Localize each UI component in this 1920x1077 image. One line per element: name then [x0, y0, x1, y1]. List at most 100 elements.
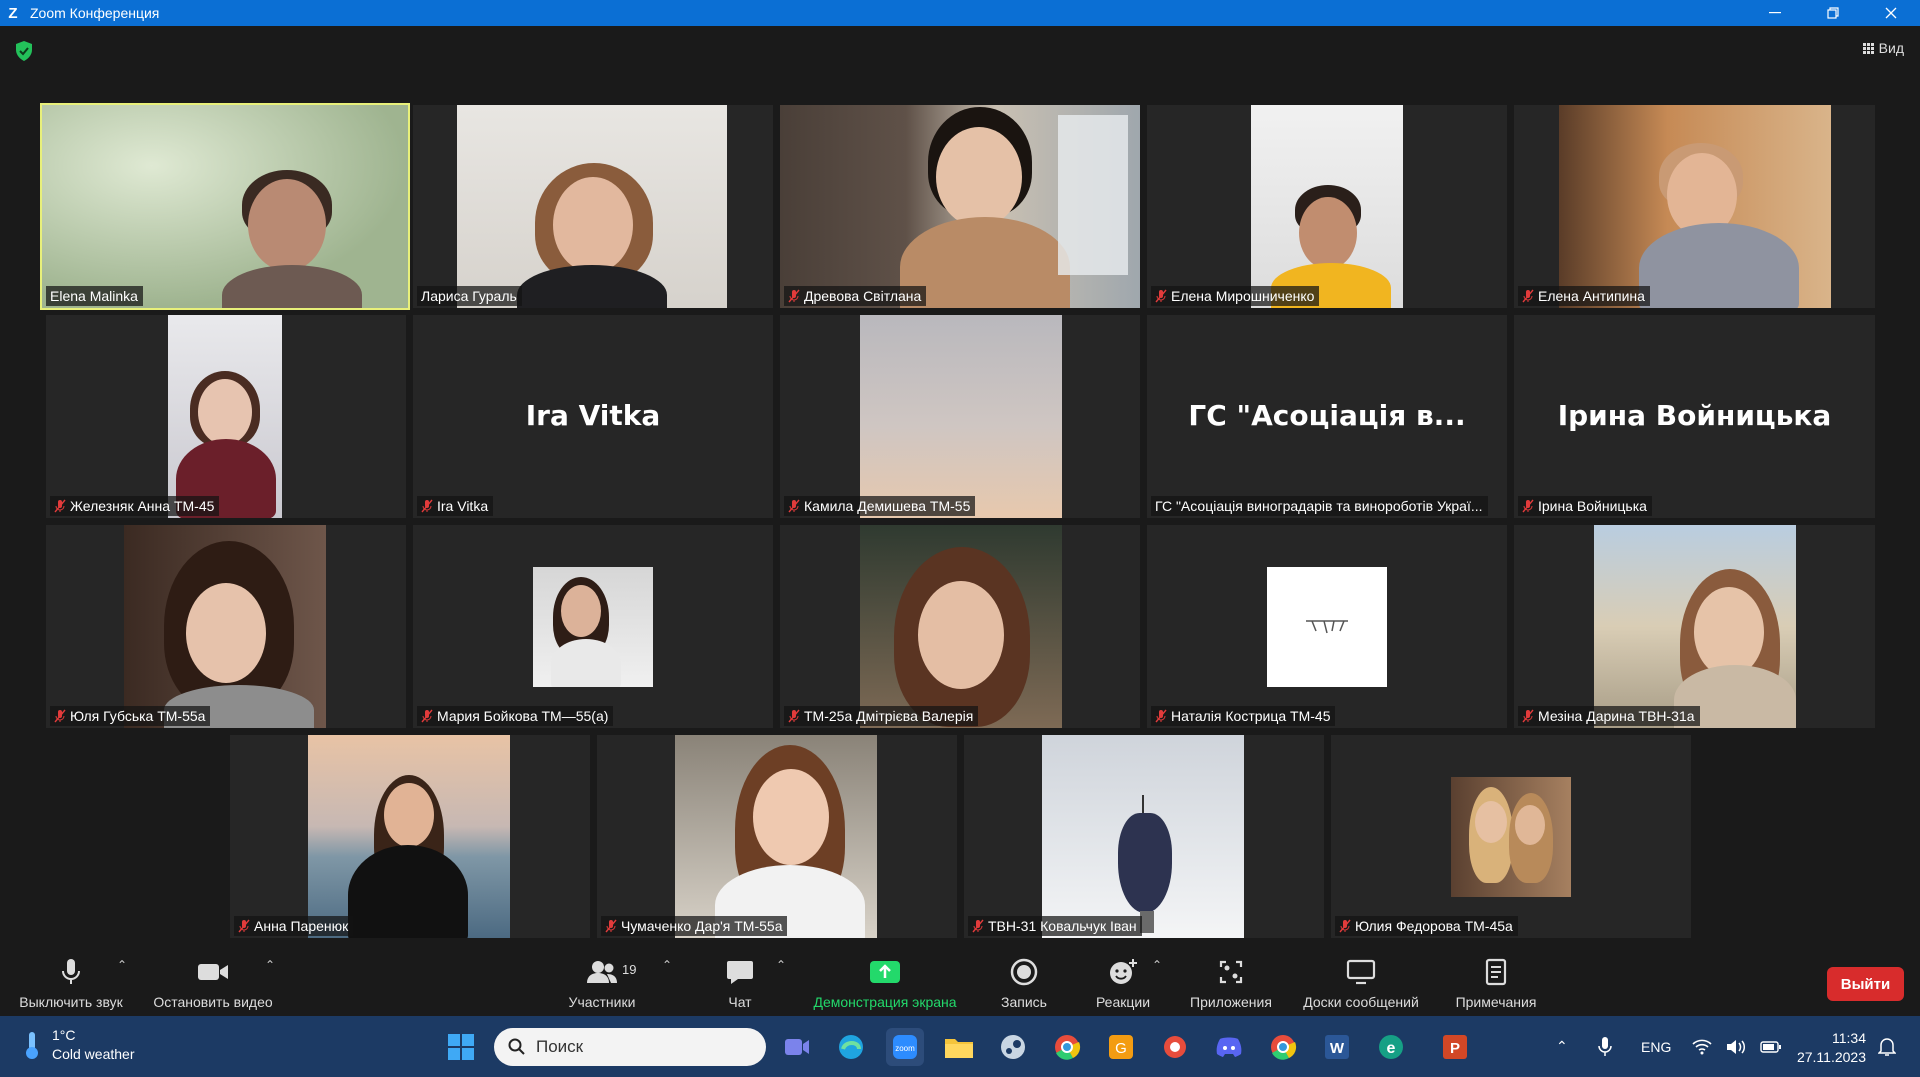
zoom-logo-icon: Z	[8, 4, 18, 22]
participant-label: Лариса Гураль	[417, 286, 522, 306]
taskbar-app-edge[interactable]	[832, 1028, 870, 1066]
restore-button[interactable]	[1804, 0, 1862, 26]
video-tile[interactable]: Чумаченко Дар'я ТМ-55а	[597, 735, 957, 938]
whiteboards-button[interactable]: Доски сообщений	[1294, 946, 1428, 1016]
video-tile[interactable]: ГС "Асоціація в... ГС "Асоціація виногра…	[1147, 315, 1507, 518]
chat-button[interactable]: Чат	[712, 946, 768, 1016]
tray-microphone-icon[interactable]	[1598, 1016, 1612, 1077]
taskbar-app-discord[interactable]	[1210, 1028, 1248, 1066]
title-bar: Z Zoom Конференция	[0, 0, 1920, 26]
weather-description: Cold weather	[52, 1046, 135, 1062]
video-tile[interactable]: Камила Демишева ТМ-55	[780, 315, 1140, 518]
logo-image	[1306, 620, 1348, 634]
tray-overflow-chevron-icon[interactable]: ⌃	[1556, 1016, 1568, 1077]
video-tile[interactable]: Ірина Войницька Ірина Войницька	[1514, 315, 1875, 518]
notes-button[interactable]: Примечания	[1448, 946, 1544, 1016]
participants-icon	[587, 961, 617, 983]
video-tile[interactable]: Ira Vitka Ira Vitka	[413, 315, 773, 518]
video-tile[interactable]: Мезіна Дарина ТВН-31а	[1514, 525, 1875, 728]
muted-mic-icon	[54, 709, 66, 723]
svg-text:P: P	[1450, 1040, 1460, 1057]
muted-mic-icon	[972, 919, 984, 933]
video-tile[interactable]: Мария Бойкова ТМ—55(а)	[413, 525, 773, 728]
participants-button[interactable]: Участники	[562, 946, 642, 1016]
taskbar-app-powerpoint[interactable]: P	[1436, 1028, 1474, 1066]
volume-icon	[1727, 1039, 1746, 1054]
video-tile[interactable]: Елена Антипина	[1514, 105, 1875, 308]
leave-button[interactable]: Выйти	[1827, 967, 1904, 1001]
participant-label: Мезіна Дарина ТВН-31а	[1518, 706, 1700, 726]
video-tile[interactable]: ТВН-31 Ковальчук Іван	[964, 735, 1324, 938]
reactions-button[interactable]: Реакции	[1083, 946, 1163, 1016]
start-button[interactable]	[442, 1028, 480, 1066]
taskbar-clock[interactable]: 11:34 27.11.2023	[1797, 1029, 1866, 1067]
zoom-app-icon: zoom	[893, 1035, 917, 1059]
muted-mic-icon	[788, 289, 800, 303]
chat-options-caret-icon[interactable]: ⌃	[776, 958, 786, 972]
participant-label: ГС "Асоціація виноградарів та винороботі…	[1151, 496, 1488, 516]
notifications-bell-icon[interactable]	[1878, 1016, 1896, 1077]
grid-view-icon	[1862, 42, 1874, 54]
taskbar-app-red[interactable]	[1156, 1028, 1194, 1066]
search-icon	[508, 1038, 525, 1055]
video-tile[interactable]: Древова Світлана	[780, 105, 1140, 308]
taskbar-app-steam[interactable]	[994, 1028, 1032, 1066]
participant-display-name: Ira Vitka	[525, 399, 661, 432]
view-button[interactable]: Вид	[1862, 40, 1904, 56]
video-tile[interactable]: Елена Мирошниченко	[1147, 105, 1507, 308]
participant-display-name: Ірина Войницька	[1557, 399, 1832, 432]
powerpoint-icon: P	[1443, 1035, 1467, 1059]
share-screen-icon	[870, 961, 900, 983]
video-options-caret-icon[interactable]: ⌃	[265, 958, 275, 972]
taskbar-app-orange[interactable]: G	[1102, 1028, 1140, 1066]
notes-icon	[1485, 958, 1507, 986]
taskbar-app-explorer[interactable]	[940, 1028, 978, 1066]
apps-button[interactable]: Приложения	[1182, 946, 1280, 1016]
restore-icon	[1827, 7, 1839, 19]
taskbar-app-chrome-profile[interactable]	[1264, 1028, 1302, 1066]
record-button[interactable]: Запись	[994, 946, 1054, 1016]
red-app-icon	[1164, 1036, 1186, 1058]
language-indicator[interactable]: ENG	[1641, 1016, 1671, 1077]
participant-label: Железняк Анна ТМ-45	[50, 496, 220, 516]
participants-options-caret-icon[interactable]: ⌃	[662, 958, 672, 972]
video-tile[interactable]: Железняк Анна ТМ-45	[46, 315, 406, 518]
participant-label: Наталія Кострица ТМ-45	[1151, 706, 1336, 726]
mute-button[interactable]: Выключить звук	[12, 946, 130, 1016]
search-placeholder: Поиск	[536, 1037, 584, 1056]
system-tray-icons[interactable]	[1692, 1016, 1782, 1077]
taskbar-app-word[interactable]: W	[1318, 1028, 1356, 1066]
taskbar-app-teams[interactable]	[778, 1028, 816, 1066]
video-tile[interactable]: Юля Губська ТМ-55а	[46, 525, 406, 728]
muted-mic-icon	[605, 919, 617, 933]
video-tile[interactable]: ТМ-25а Дмітрієва Валерія	[780, 525, 1140, 728]
video-tile[interactable]: Наталія Кострица ТМ-45	[1147, 525, 1507, 728]
security-shield-icon[interactable]	[14, 40, 34, 62]
video-tile[interactable]: Анна Паренюк	[230, 735, 590, 938]
muted-mic-icon	[421, 709, 433, 723]
muted-mic-icon	[238, 919, 250, 933]
video-tile[interactable]: Юлия Федорова ТМ-45а	[1331, 735, 1691, 938]
svg-text:e: e	[1387, 1040, 1396, 1057]
muted-mic-icon	[1522, 499, 1534, 513]
minimize-button[interactable]	[1746, 0, 1804, 26]
taskbar-app-green-e[interactable]: e	[1372, 1028, 1410, 1066]
taskbar-app-zoom[interactable]: zoom	[886, 1028, 924, 1066]
taskbar-app-chrome[interactable]	[1048, 1028, 1086, 1066]
audio-options-caret-icon[interactable]: ⌃	[117, 958, 127, 972]
stop-video-button[interactable]: Остановить видео	[148, 946, 278, 1016]
participant-label: Камила Демишева ТМ-55	[784, 496, 976, 516]
participant-label: Чумаченко Дар'я ТМ-55а	[601, 916, 788, 936]
orange-app-icon: G	[1109, 1035, 1133, 1059]
folder-icon	[945, 1039, 973, 1058]
video-tile[interactable]: Лариса Гураль	[413, 105, 773, 308]
video-tile[interactable]: Elena Malinka	[40, 103, 410, 310]
weather-temperature: 1°C	[52, 1027, 76, 1043]
weather-widget[interactable]: 1°C Cold weather	[22, 1026, 135, 1064]
taskbar-search[interactable]: Поиск	[494, 1028, 766, 1066]
share-screen-button[interactable]: Демонстрация экрана	[800, 946, 970, 1016]
close-button[interactable]	[1862, 0, 1920, 26]
reactions-options-caret-icon[interactable]: ⌃	[1152, 958, 1162, 972]
participant-display-name: ГС "Асоціація в...	[1188, 399, 1466, 432]
windows-start-icon	[448, 1034, 474, 1060]
